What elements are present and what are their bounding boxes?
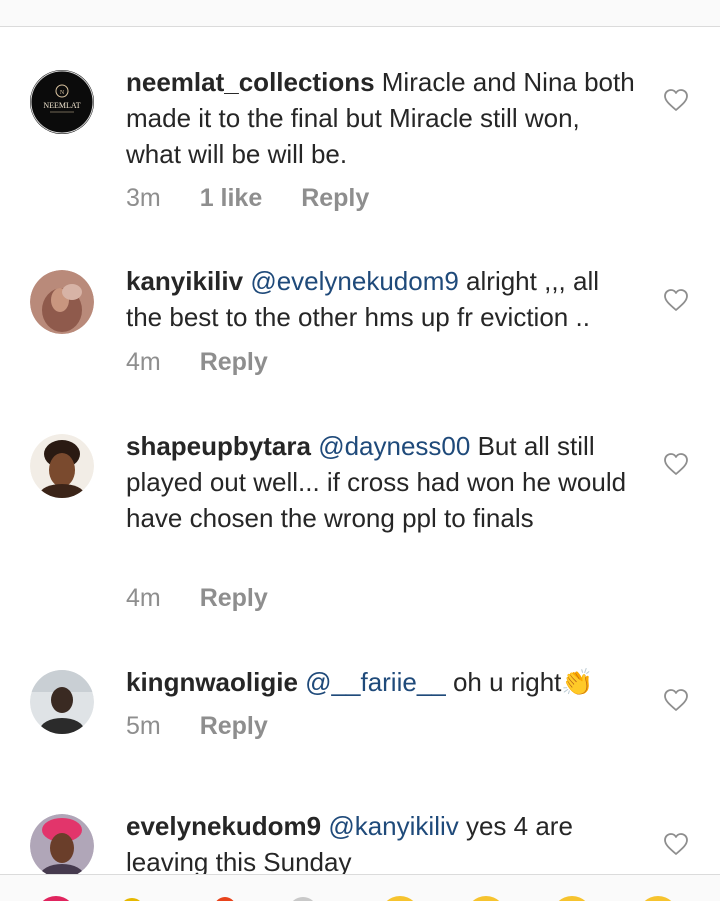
- comment-username[interactable]: evelynekudom9: [126, 811, 321, 841]
- heart-outline-icon[interactable]: [663, 452, 689, 476]
- avatar-brand-text: NEEMLAT: [43, 101, 80, 110]
- comment-text: kanyikiliv @evelynekudom9 alright ,,, al…: [126, 263, 636, 335]
- comment-username[interactable]: shapeupbytara: [126, 431, 311, 461]
- fire-emoji-icon[interactable]: [214, 897, 236, 901]
- laughing-face-emoji-icon[interactable]: [638, 896, 678, 901]
- reply-button[interactable]: Reply: [200, 583, 268, 613]
- avatar[interactable]: [30, 814, 94, 874]
- svg-text:N: N: [60, 90, 65, 96]
- crying-face-emoji-icon[interactable]: [380, 896, 420, 901]
- comment-meta: 3m 1 like Reply: [126, 183, 401, 213]
- comments-list: N NEEMLAT neemlat_collections Miracle an…: [0, 0, 720, 874]
- comment-message: oh u right👏: [445, 667, 594, 697]
- heart-outline-icon[interactable]: [663, 288, 689, 312]
- comment-meta: 5m Reply: [126, 711, 300, 741]
- comment-text: shapeupbytara @dayness00 But all still p…: [126, 428, 636, 536]
- comment-likes[interactable]: 1 like: [200, 183, 263, 213]
- comment-username[interactable]: kingnwaoligie: [126, 667, 298, 697]
- comment-text: evelynekudom9 @kanyikiliv yes 4 are leav…: [126, 808, 636, 874]
- comment-mention[interactable]: @kanyikiliv: [328, 811, 458, 841]
- comment-time: 3m: [126, 184, 161, 212]
- comment-text: kingnwaoligie @__fariie__ oh u right👏: [126, 664, 636, 700]
- raised-hands-emoji-icon[interactable]: [290, 897, 316, 901]
- emoji-reaction-bar: [0, 874, 720, 901]
- reply-button[interactable]: Reply: [200, 347, 268, 377]
- comment-username[interactable]: neemlat_collections: [126, 67, 375, 97]
- avatar[interactable]: [30, 434, 94, 498]
- heart-outline-icon[interactable]: [663, 88, 689, 112]
- comment-time: 5m: [126, 712, 161, 740]
- comment-mention[interactable]: @dayness00: [318, 431, 470, 461]
- reply-button[interactable]: Reply: [301, 183, 369, 213]
- heart-emoji-icon[interactable]: [36, 896, 76, 901]
- heart-outline-icon[interactable]: [663, 688, 689, 712]
- comment-username[interactable]: kanyikiliv: [126, 266, 243, 296]
- comment-mention[interactable]: @evelynekudom9: [250, 266, 459, 296]
- shocked-face-emoji-icon[interactable]: [552, 896, 592, 901]
- comment-text: neemlat_collections Miracle and Nina bot…: [126, 64, 636, 172]
- avatar[interactable]: [30, 670, 94, 734]
- comment-meta: 4m Reply: [126, 347, 300, 377]
- comment-time: 4m: [126, 584, 161, 612]
- comment-time: 4m: [126, 348, 161, 376]
- comment-meta: 4m Reply: [126, 583, 300, 613]
- avatar[interactable]: [30, 270, 94, 334]
- avatar[interactable]: N NEEMLAT: [30, 70, 94, 134]
- reply-button[interactable]: Reply: [200, 711, 268, 741]
- heart-eyes-emoji-icon[interactable]: [466, 896, 506, 901]
- comment-mention[interactable]: @__fariie__: [305, 667, 446, 697]
- heart-outline-icon[interactable]: [663, 832, 689, 856]
